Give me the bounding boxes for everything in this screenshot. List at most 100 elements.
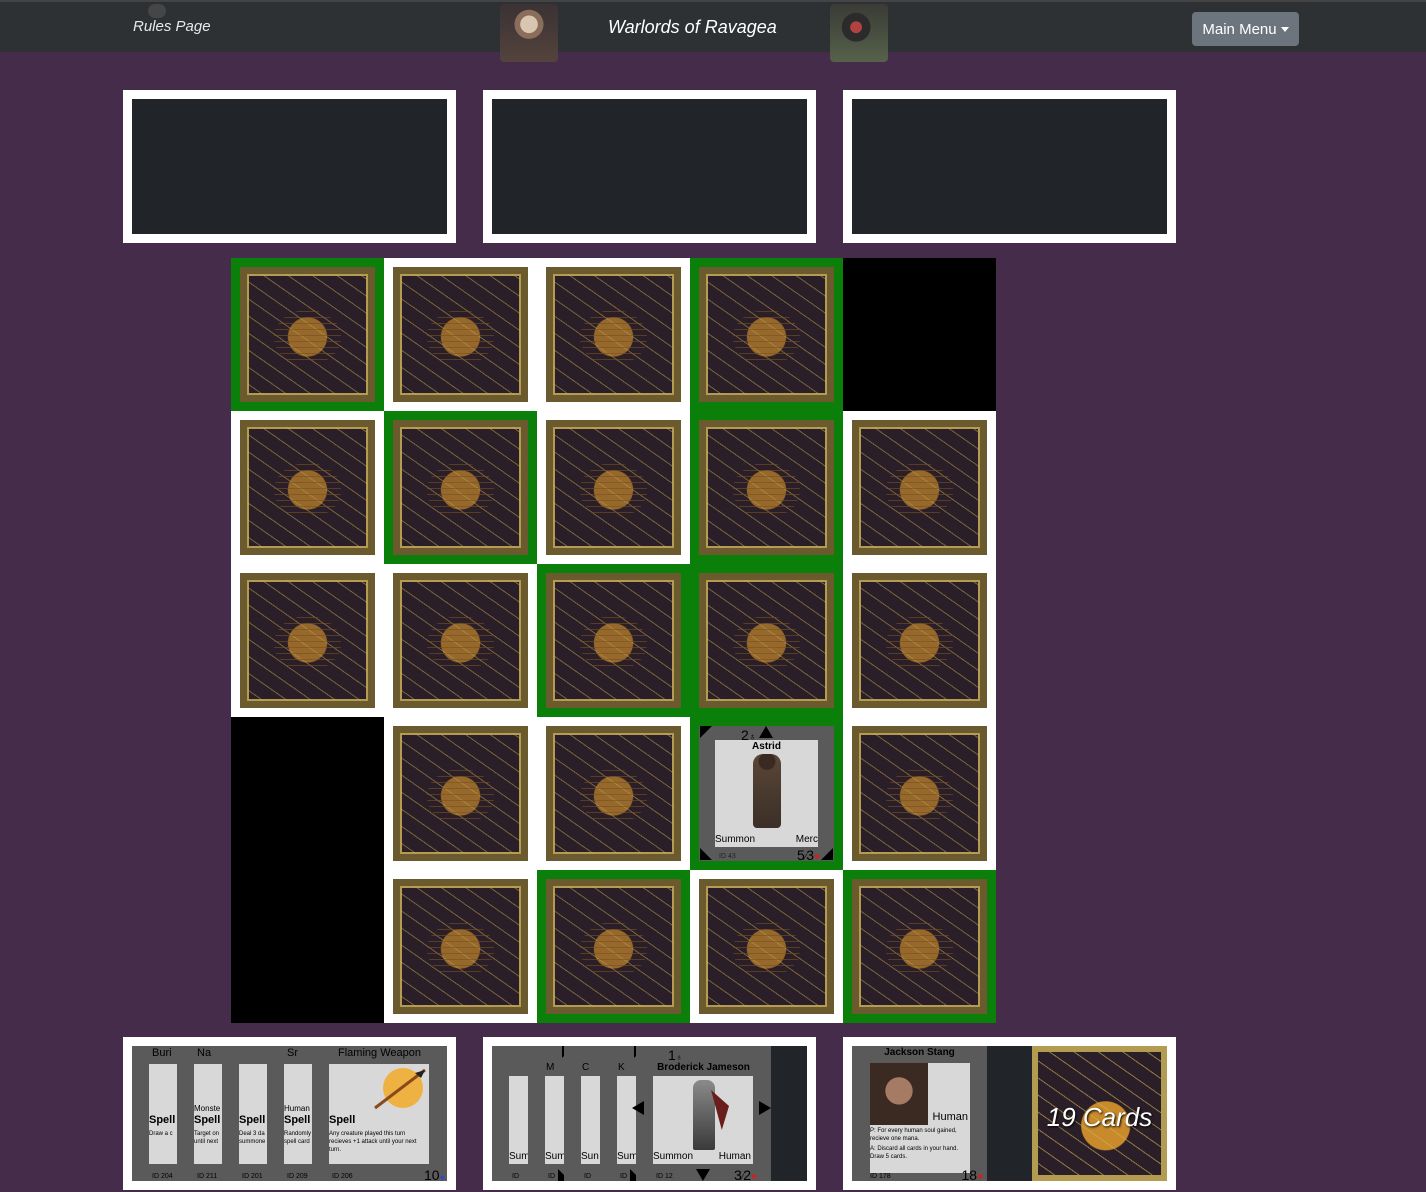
- player-face: Human P: For every human soul gained, re…: [870, 1063, 970, 1173]
- face-down-card: [546, 726, 681, 861]
- opponent-panel-middle: [483, 90, 816, 243]
- board-cell[interactable]: [537, 411, 690, 564]
- card-type: Summon: [653, 1151, 694, 1162]
- face-down-card: [699, 879, 834, 1014]
- card-id: ID: [620, 1173, 627, 1180]
- board-cell[interactable]: [537, 564, 690, 717]
- chevron-down-icon: [1280, 27, 1289, 33]
- face-down-card: [393, 573, 528, 708]
- rogue-portrait-icon: [830, 4, 888, 62]
- face-down-card: [699, 573, 834, 708]
- board-cell[interactable]: [843, 564, 996, 717]
- face-down-card: [546, 573, 681, 708]
- card-id: ID 12: [656, 1173, 673, 1180]
- face-down-card: [852, 879, 987, 1014]
- card-type: Sum: [545, 1151, 566, 1162]
- player-health: 18♥: [961, 1167, 983, 1181]
- hand-creature-card[interactable]: Broderick Jameson Summon Human ID 12 1♁ 3⁄2♥: [632, 1046, 771, 1181]
- player-name: Jackson Stang: [884, 1047, 955, 1058]
- board-cell[interactable]: 2♁ Astrid Summon Merc ID 43 5⁄3♥: [690, 717, 843, 870]
- card-title: Na: [197, 1047, 212, 1059]
- game-board: 2♁ Astrid Summon Merc ID 43 5⁄3♥: [231, 258, 996, 1023]
- attack-direction-arrow-icon: [759, 726, 773, 738]
- board-cell[interactable]: [690, 411, 843, 564]
- card-face: Sum: [545, 1076, 566, 1164]
- board-cell[interactable]: [537, 870, 690, 1023]
- creature-id: ID 43: [719, 853, 736, 860]
- ghost-icon: [148, 4, 166, 18]
- card-face: Sum: [509, 1076, 530, 1164]
- face-down-card: [852, 420, 987, 555]
- board-cell[interactable]: [537, 717, 690, 870]
- opponent-panel-left: [123, 90, 456, 243]
- attack-direction-arrow-icon: [700, 726, 712, 738]
- card-cost: 10●: [423, 1167, 445, 1181]
- attack-direction-arrow-icon: [821, 848, 833, 860]
- player-ability-p: P: For every human soul gained, recieve …: [870, 1128, 957, 1142]
- creature-face: Astrid Summon Merc: [715, 740, 818, 847]
- card-race: Human: [718, 1151, 751, 1162]
- heart-icon: ♥: [977, 1172, 983, 1181]
- face-down-card: [546, 267, 681, 402]
- board-cell[interactable]: [690, 870, 843, 1023]
- board-cell[interactable]: [384, 258, 537, 411]
- creature-race: Merc: [795, 834, 818, 845]
- board-cell[interactable]: [384, 564, 537, 717]
- opponent-panel-right: [843, 90, 1176, 243]
- board-cell[interactable]: [231, 411, 384, 564]
- attack-direction-arrow-icon: [759, 1101, 771, 1115]
- card-type: Spell: [149, 1114, 176, 1126]
- board-cell[interactable]: [231, 258, 384, 411]
- board-cell[interactable]: [690, 564, 843, 717]
- card-title: Sr: [287, 1047, 298, 1059]
- creature-name: Astrid: [752, 741, 781, 752]
- face-down-card: [852, 573, 987, 708]
- card-id: ID 204: [152, 1173, 173, 1180]
- hand-spell-card[interactable]: Flaming Weapon Spell Any creature played t…: [312, 1046, 447, 1181]
- navbar: Rules Page Warlords of Ravagea Main Menu: [0, 0, 1426, 62]
- board-cell[interactable]: [843, 411, 996, 564]
- card-type: Sum: [509, 1151, 530, 1162]
- creature-card[interactable]: 2♁ Astrid Summon Merc ID 43 5⁄3♥: [699, 726, 834, 863]
- page-title: Warlords of Ravagea: [608, 17, 777, 37]
- card-type: Spell: [284, 1114, 311, 1126]
- elf-portrait-icon: [500, 4, 558, 62]
- card-id: ID 209: [287, 1173, 308, 1180]
- card-title: Flaming Weapon: [338, 1047, 421, 1059]
- board-cell[interactable]: [537, 258, 690, 411]
- card-mana: 1♁: [668, 1047, 683, 1063]
- board-cell[interactable]: [843, 717, 996, 870]
- card-face: Sun: [581, 1076, 601, 1164]
- card-subtype: Monste: [194, 1104, 221, 1113]
- card-text: Randomly spell card: [284, 1131, 312, 1145]
- face-down-card: [240, 573, 375, 708]
- board-cell[interactable]: [384, 411, 537, 564]
- player-card[interactable]: Jackson Stang Human P: For every human s…: [852, 1046, 987, 1181]
- board-cell[interactable]: [231, 564, 384, 717]
- board-cell[interactable]: [384, 717, 537, 870]
- card-id: ID 211: [197, 1173, 218, 1180]
- card-subtype: Human: [284, 1104, 310, 1113]
- board-cell[interactable]: [843, 870, 996, 1023]
- face-down-card: [546, 879, 681, 1014]
- card-type: Spell: [239, 1114, 266, 1126]
- deck-pile[interactable]: 19 Cards: [1032, 1046, 1167, 1181]
- board-cell[interactable]: [690, 258, 843, 411]
- card-text: Draw a c: [149, 1131, 173, 1137]
- card-title: M: [546, 1062, 555, 1073]
- card-title: C: [582, 1062, 590, 1073]
- player-portrait: [870, 1063, 928, 1125]
- spell-hand-panel: Buri Spell Draw a c ID 204 Na Monste Spell Targ…: [123, 1037, 456, 1190]
- card-type: Sum: [617, 1151, 638, 1162]
- board-cell-empty: [231, 717, 384, 870]
- card-face: Spell Draw a c: [149, 1064, 177, 1164]
- face-down-card: [240, 267, 375, 402]
- player-race: Human: [932, 1111, 968, 1123]
- card-type: Spell: [194, 1114, 221, 1126]
- rules-page-link[interactable]: Rules Page: [133, 18, 211, 35]
- card-type: Sun: [581, 1151, 599, 1162]
- main-menu-button[interactable]: Main Menu: [1192, 12, 1299, 46]
- face-down-card: [240, 420, 375, 555]
- face-down-card: [699, 267, 834, 402]
- board-cell[interactable]: [384, 870, 537, 1023]
